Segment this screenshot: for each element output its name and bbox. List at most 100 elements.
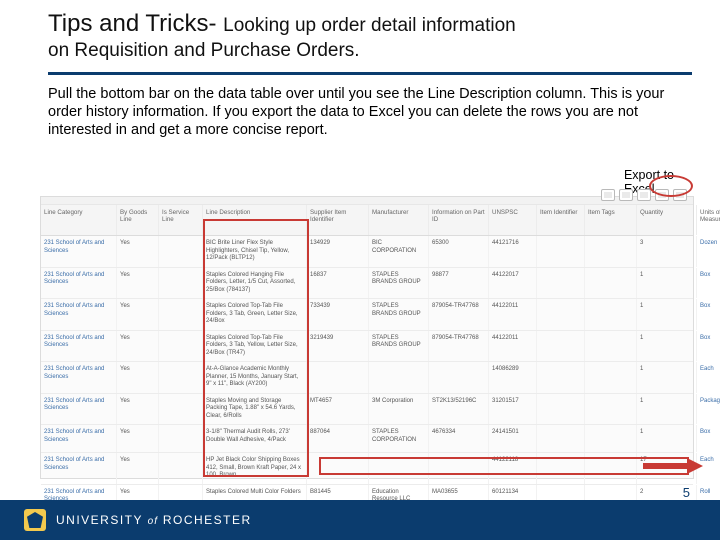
uni-of: of [148, 516, 158, 527]
arrow-annotation [643, 460, 703, 472]
cell-goods: Yes [117, 362, 159, 393]
column-header[interactable]: By Goods Line [117, 205, 159, 235]
cell-uom: Dozen [697, 236, 720, 267]
cell-uom: Box [697, 299, 720, 330]
cell-svc [159, 268, 203, 299]
table-row: 231 School of Arts and SciencesYesStaple… [41, 268, 693, 300]
cell-qty: 1 [637, 268, 697, 299]
cell-tags [585, 331, 637, 362]
column-header[interactable]: Is Service Line [159, 205, 203, 235]
cell-svc [159, 425, 203, 452]
table-body: 231 School of Arts and SciencesYesBIC Br… [41, 236, 693, 513]
title-part2: Looking up order detail information [223, 15, 516, 36]
cell-unspsc: 31201517 [489, 394, 537, 425]
university-logo: UNIVERSITY of ROCHESTER [24, 509, 252, 531]
export-icon-2[interactable] [619, 189, 633, 201]
cell-svc [159, 331, 203, 362]
cell-tags [585, 236, 637, 267]
cell-item [537, 394, 585, 425]
table-row: 231 School of Arts and SciencesYes3-1/8"… [41, 425, 693, 453]
cell-sup [307, 362, 369, 393]
cell-unspsc: 44122118 [489, 453, 537, 484]
cell-uom: Box [697, 331, 720, 362]
cell-item [537, 331, 585, 362]
column-header[interactable]: Manufacturer [369, 205, 429, 235]
column-header[interactable]: UNSPSC [489, 205, 537, 235]
body-text: Pull the bottom bar on the data table ov… [0, 85, 720, 139]
cell-unspsc: 44121716 [489, 236, 537, 267]
column-header[interactable]: Item Tags [585, 205, 637, 235]
cell-svc [159, 236, 203, 267]
cell-unspsc: 14086289 [489, 362, 537, 393]
cell-goods: Yes [117, 453, 159, 484]
cell-item [537, 236, 585, 267]
cell-unspsc: 44122011 [489, 331, 537, 362]
column-header[interactable]: Units of Measure [697, 205, 720, 235]
slide: Tips and Tricks- Looking up order detail… [0, 0, 720, 540]
cell-qty: 1 [637, 362, 697, 393]
cell-cat: 231 School of Arts and Sciences [41, 362, 117, 393]
cell-tags [585, 394, 637, 425]
cell-mfr: STAPLES BRANDS GROUP [369, 299, 429, 330]
cell-info: 98877 [429, 268, 489, 299]
cell-desc: Staples Colored Hanging File Folders, Le… [203, 268, 307, 299]
cell-goods: Yes [117, 268, 159, 299]
cell-info: ST2K13/52196C [429, 394, 489, 425]
cell-qty: 3 [637, 236, 697, 267]
cell-uom: Box [697, 268, 720, 299]
table-header: Line CategoryBy Goods LineIs Service Lin… [41, 205, 693, 236]
cell-cat: 231 School of Arts and Sciences [41, 453, 117, 484]
cell-cat: 231 School of Arts and Sciences [41, 236, 117, 267]
table-row: 231 School of Arts and SciencesYesHP Jet… [41, 453, 693, 485]
table-row: 231 School of Arts and SciencesYes BIC Br… [41, 236, 693, 268]
screenshot-toolbar [41, 197, 693, 205]
export-icon-5[interactable] [673, 189, 687, 201]
cell-uom: Each [697, 362, 720, 393]
cell-info [429, 453, 489, 484]
cell-sup: 887064 [307, 425, 369, 452]
cell-info [429, 362, 489, 393]
cell-desc: BIC Brite Liner Flex Style Highlighters,… [203, 236, 307, 267]
cell-sup: 16837 [307, 268, 369, 299]
cell-qty: 1 [637, 425, 697, 452]
cell-unspsc: 24141501 [489, 425, 537, 452]
title-part1: Tips and Tricks- [48, 10, 223, 37]
page-number: 5 [683, 485, 690, 500]
cell-uom: Box [697, 425, 720, 452]
cell-unspsc: 44122011 [489, 299, 537, 330]
crest-icon [24, 509, 46, 531]
column-header[interactable]: Supplier Item Identifier [307, 205, 369, 235]
cell-mfr: STAPLES BRANDS GROUP [369, 268, 429, 299]
cell-mfr [369, 362, 429, 393]
column-header[interactable]: Quantity [637, 205, 697, 235]
table-row: 231 School of Arts and SciencesYesStaple… [41, 299, 693, 331]
title-underline [48, 72, 692, 75]
uni-word1: UNIVERSITY [56, 513, 143, 527]
table-row: 231 School of Arts and SciencesYesStaple… [41, 331, 693, 363]
cell-info: 879054-TR47768 [429, 331, 489, 362]
cell-info: 65300 [429, 236, 489, 267]
export-icon-1[interactable] [601, 189, 615, 201]
cell-item [537, 268, 585, 299]
cell-info: 4676334 [429, 425, 489, 452]
column-header[interactable]: Line Category [41, 205, 117, 235]
cell-qty: 1 [637, 299, 697, 330]
cell-tags [585, 362, 637, 393]
cell-goods: Yes [117, 236, 159, 267]
export-icon-3[interactable] [637, 189, 651, 201]
cell-sup: MT4657 [307, 394, 369, 425]
cell-svc [159, 394, 203, 425]
cell-uom: Package [697, 394, 720, 425]
footer: UNIVERSITY of ROCHESTER [0, 500, 720, 540]
column-header[interactable]: Information on Part ID [429, 205, 489, 235]
cell-tags [585, 425, 637, 452]
cell-mfr [369, 453, 429, 484]
cell-item [537, 453, 585, 484]
title-line2: on Requisition and Purchase Orders. [48, 40, 690, 62]
export-icon-4[interactable] [655, 189, 669, 201]
cell-sup: 733439 [307, 299, 369, 330]
uni-word2: ROCHESTER [163, 513, 252, 527]
column-header[interactable]: Item Identifier [537, 205, 585, 235]
cell-mfr: 3M Corporation [369, 394, 429, 425]
column-header[interactable]: Line Description [203, 205, 307, 235]
